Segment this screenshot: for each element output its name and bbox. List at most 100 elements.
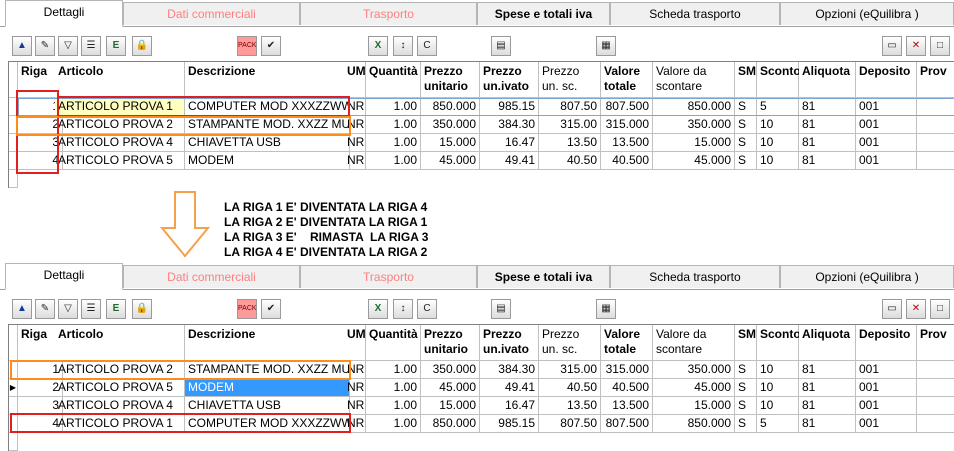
cell-deposito[interactable]: 001 [856, 415, 917, 433]
cell-prov[interactable] [917, 361, 954, 379]
cell-prezzo[interactable]: 45.000 [421, 152, 480, 170]
row-indicator[interactable]: ▶ [9, 379, 18, 397]
tab-opzioni-equilibra[interactable]: Opzioni (eQuilibra ) [780, 265, 954, 288]
list-icon[interactable]: ☰ [81, 36, 101, 56]
cell-valore-totale[interactable]: 40.500 [601, 152, 653, 170]
rows-grid[interactable]: Riga Articolo Descrizione UM Quantità Prezzo … [8, 324, 954, 451]
cell-sm[interactable]: S [735, 116, 757, 134]
cell-prezzo[interactable]: 850.000 [421, 98, 480, 116]
calculator-icon[interactable]: ▦ [596, 299, 616, 319]
tab-dettagli[interactable]: Dettagli [5, 0, 123, 27]
cell-descrizione[interactable]: COMPUTER MOD XXXZZWW [185, 415, 350, 433]
cell-sconto[interactable]: 10 [757, 397, 799, 415]
cell-prezzo-ivato[interactable]: 16.47 [480, 397, 539, 415]
cell-sconto[interactable]: 5 [757, 415, 799, 433]
cell-aliquota[interactable]: 81 [799, 152, 856, 170]
cell-deposito[interactable]: 001 [856, 116, 917, 134]
cell-valore-scontare[interactable]: 350.000 [653, 116, 735, 134]
row-indicator[interactable] [9, 397, 18, 415]
row-indicator[interactable] [9, 116, 18, 134]
calculator-icon[interactable]: ▦ [596, 36, 616, 56]
tab-dati-commerciali[interactable]: Dati commerciali [123, 2, 300, 25]
column-header-sm[interactable]: SM [735, 325, 757, 361]
cell-prezzo-sc[interactable]: 807.50 [539, 98, 601, 116]
cell-articolo[interactable]: ARTICOLO PROVA 5 [55, 152, 185, 170]
row-indicator[interactable] [9, 134, 18, 152]
cell-articolo[interactable]: ARTICOLO PROVA 2 [55, 116, 185, 134]
cell-deposito[interactable]: 001 [856, 379, 917, 397]
cell-valore-scontare[interactable]: 45.000 [653, 379, 735, 397]
edit-check-icon[interactable]: ✎ [35, 36, 55, 56]
cell-sm[interactable]: S [735, 415, 757, 433]
cell-prezzo-ivato[interactable]: 985.15 [480, 415, 539, 433]
cell-descrizione[interactable]: STAMPANTE MOD. XXZZ MU [185, 116, 350, 134]
cell-prov[interactable] [917, 152, 954, 170]
cell-articolo[interactable]: ARTICOLO PROVA 1 [55, 415, 185, 433]
pack-icon[interactable]: PACK [237, 299, 257, 319]
cell-articolo[interactable]: ARTICOLO PROVA 1 [55, 98, 185, 116]
copy-icon[interactable]: C [417, 36, 437, 56]
column-header-quantita[interactable]: Quantità [366, 325, 421, 361]
tab-scheda-trasporto[interactable]: Scheda trasporto [610, 2, 780, 25]
column-header-valore-scontare[interactable]: Valore da scontare [653, 62, 735, 98]
cell-quantita[interactable]: 1.00 [366, 397, 421, 415]
close-icon[interactable]: ✕ [906, 299, 926, 319]
cell-valore-scontare[interactable]: 15.000 [653, 134, 735, 152]
tab-scheda-trasporto[interactable]: Scheda trasporto [610, 265, 780, 288]
notepad-icon[interactable]: ▤ [491, 299, 511, 319]
cell-prezzo-ivato[interactable]: 985.15 [480, 98, 539, 116]
cell-valore-totale[interactable]: 315.000 [601, 361, 653, 379]
cell-descrizione[interactable]: MODEM [185, 379, 350, 397]
cell-um[interactable]: NR [344, 98, 366, 116]
column-header-um[interactable]: UM [344, 62, 366, 98]
cell-aliquota[interactable]: 81 [799, 116, 856, 134]
excel-icon[interactable]: X [368, 299, 388, 319]
column-header-prov[interactable]: Prov [917, 62, 954, 98]
cell-valore-totale[interactable]: 13.500 [601, 134, 653, 152]
list-icon[interactable]: ☰ [81, 299, 101, 319]
cell-prezzo[interactable]: 15.000 [421, 397, 480, 415]
column-header-quantita[interactable]: Quantità [366, 62, 421, 98]
cell-deposito[interactable]: 001 [856, 98, 917, 116]
new-document-icon[interactable]: □ [930, 36, 950, 56]
column-header-aliquota[interactable]: Aliquota [799, 62, 856, 98]
column-header-aliquota[interactable]: Aliquota [799, 325, 856, 361]
column-header-prezzo-ivato[interactable]: Prezzo un.ivato [480, 325, 539, 361]
cell-deposito[interactable]: 001 [856, 134, 917, 152]
move-up-icon[interactable]: ▲ [12, 299, 32, 319]
excel-export-icon[interactable]: E [106, 36, 126, 56]
move-up-icon[interactable]: ▲ [12, 36, 32, 56]
row-indicator[interactable] [9, 152, 18, 170]
cell-sm[interactable]: S [735, 361, 757, 379]
cell-prezzo-sc[interactable]: 315.00 [539, 116, 601, 134]
cell-sm[interactable]: S [735, 98, 757, 116]
cell-sconto[interactable]: 10 [757, 361, 799, 379]
close-icon[interactable]: ✕ [906, 36, 926, 56]
cell-valore-totale[interactable]: 807.500 [601, 98, 653, 116]
new-document-icon[interactable]: □ [930, 299, 950, 319]
row-indicator[interactable] [9, 361, 18, 379]
cell-valore-scontare[interactable]: 45.000 [653, 152, 735, 170]
column-header-prezzo-sc[interactable]: Prezzo un. sc. [539, 62, 601, 98]
column-header-sm[interactable]: SM [735, 62, 757, 98]
sort-az-icon[interactable]: ↕ [393, 36, 413, 56]
column-header-deposito[interactable]: Deposito [856, 325, 917, 361]
column-header-valore-scontare[interactable]: Valore da scontare [653, 325, 735, 361]
cell-sconto[interactable]: 5 [757, 98, 799, 116]
column-header-descrizione[interactable]: Descrizione [185, 325, 350, 361]
cell-sm[interactable]: S [735, 152, 757, 170]
copy-icon[interactable]: C [417, 299, 437, 319]
tab-spese-e-totali-iva[interactable]: Spese e totali iva [477, 2, 610, 25]
column-header-descrizione[interactable]: Descrizione [185, 62, 350, 98]
cell-articolo[interactable]: ARTICOLO PROVA 4 [55, 397, 185, 415]
cell-quantita[interactable]: 1.00 [366, 116, 421, 134]
cell-um[interactable]: NR [344, 134, 366, 152]
filter-icon[interactable]: ▽ [58, 299, 78, 319]
cell-articolo[interactable]: ARTICOLO PROVA 5 [55, 379, 185, 397]
filter-icon[interactable]: ▽ [58, 36, 78, 56]
cell-aliquota[interactable]: 81 [799, 134, 856, 152]
cell-sconto[interactable]: 10 [757, 379, 799, 397]
cell-descrizione[interactable]: CHIAVETTA USB [185, 134, 350, 152]
cell-deposito[interactable]: 001 [856, 397, 917, 415]
cell-quantita[interactable]: 1.00 [366, 361, 421, 379]
